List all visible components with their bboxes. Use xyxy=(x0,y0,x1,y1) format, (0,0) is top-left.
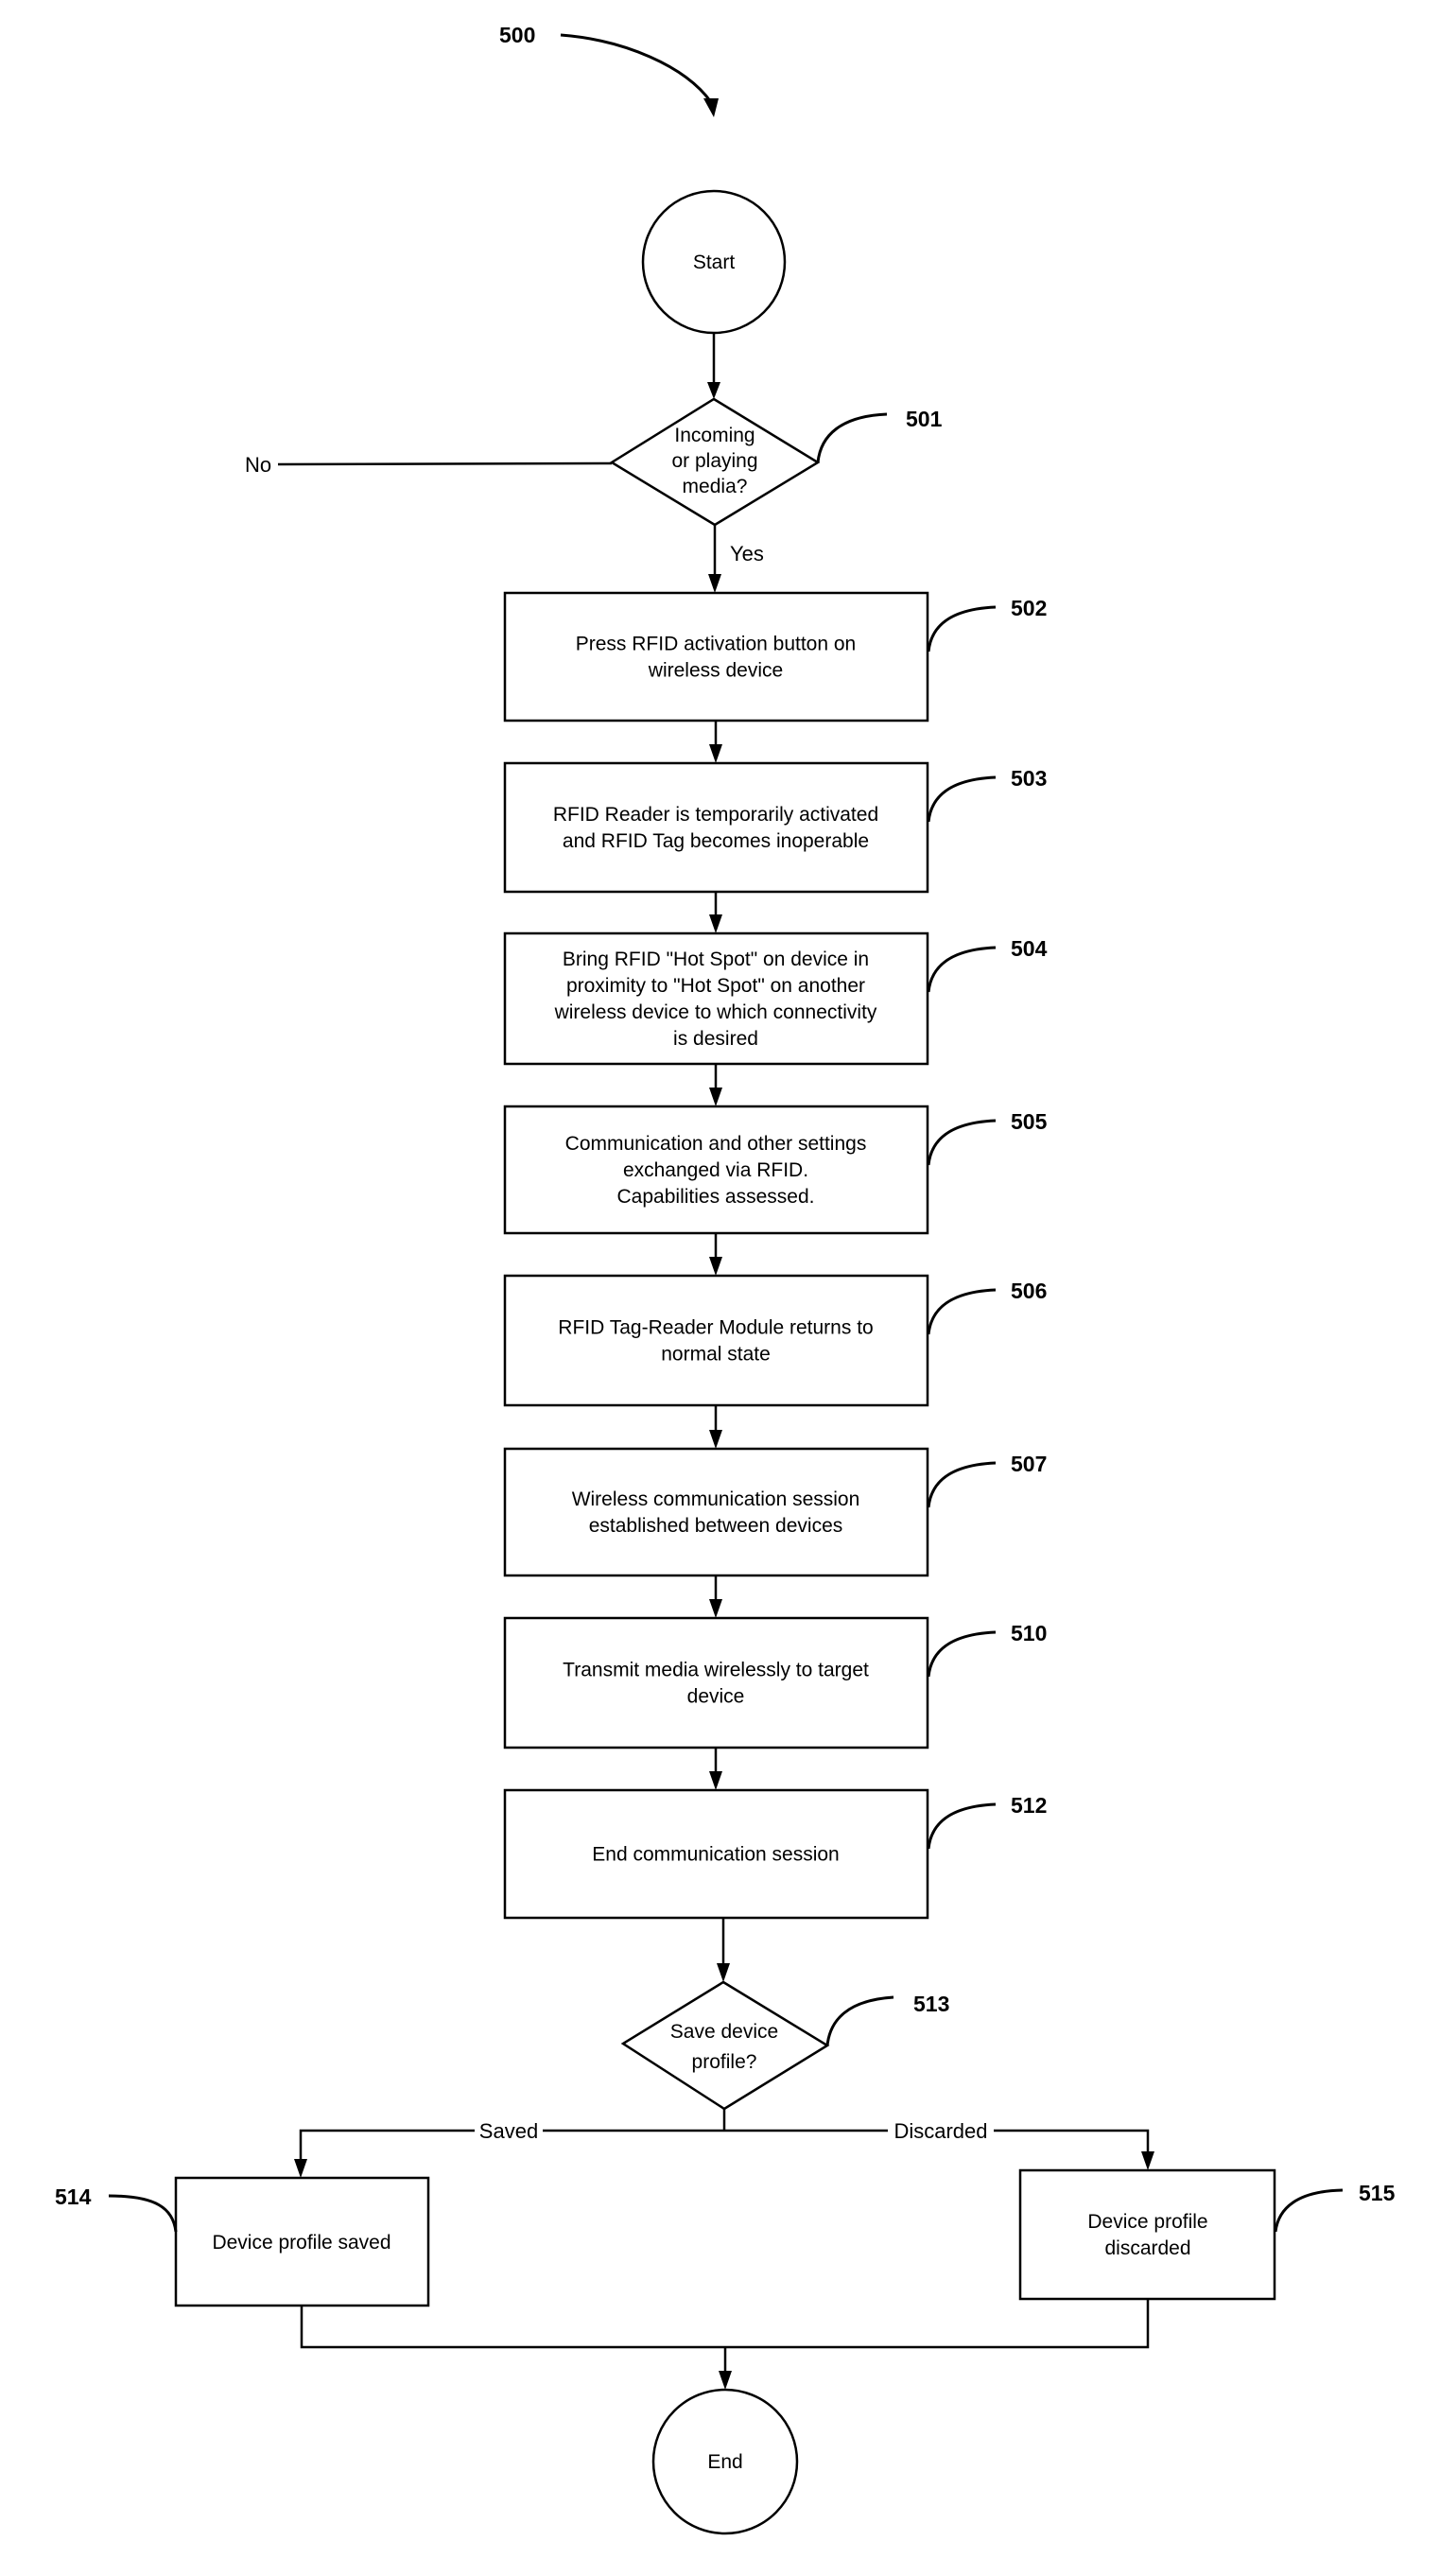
figure-reference-arrow xyxy=(560,33,713,103)
connector-saved-branch xyxy=(299,2129,475,2161)
decision-501: Incoming or playing media? 501 xyxy=(609,397,943,527)
process-step-line: proximity to "Hot Spot" on another xyxy=(566,975,865,997)
arrowhead-icon xyxy=(717,1963,730,1982)
arrowhead-icon xyxy=(719,2371,732,2390)
arrowhead-icon xyxy=(709,1088,722,1106)
process-step-box xyxy=(503,761,929,894)
process-step-505: Communication and other settings exchange… xyxy=(503,1105,1048,1235)
outcome-514-leader xyxy=(108,2194,178,2233)
process-steps: Press RFID activation button on wireless … xyxy=(503,591,1048,1920)
process-step-leader xyxy=(927,1802,997,1850)
process-step-510: Transmit media wirelessly to target devic… xyxy=(503,1616,1047,1749)
start-label: Start xyxy=(693,252,736,273)
process-step-line: Capabilities assessed. xyxy=(617,1186,815,1208)
flowchart-500: 500 Start Incoming or playing media? 501… xyxy=(55,23,1396,2535)
arrowhead-icon xyxy=(708,574,721,593)
discarded-branch-label: Discarded xyxy=(893,2119,987,2143)
process-step-ref: 506 xyxy=(1011,1279,1047,1303)
process-step-line: Bring RFID "Hot Spot" on device in xyxy=(563,949,869,970)
process-step-line: exchanged via RFID. xyxy=(623,1159,808,1181)
process-step-ref: 510 xyxy=(1011,1621,1047,1645)
decision-501-line: or playing xyxy=(671,450,757,472)
process-step-ref: 507 xyxy=(1011,1452,1047,1476)
decision-501-line: media? xyxy=(683,476,748,497)
arrowhead-icon xyxy=(709,914,722,933)
arrowhead-icon xyxy=(1141,2151,1154,2170)
decision-513-diamond xyxy=(620,1980,830,2111)
process-step-box xyxy=(503,1447,929,1577)
process-step-box xyxy=(503,1616,929,1749)
process-step-box xyxy=(503,591,929,722)
decision-513-line: profile? xyxy=(692,2051,757,2073)
process-step-ref: 503 xyxy=(1011,766,1047,791)
process-step-line: normal state xyxy=(661,1344,771,1366)
arrowhead-icon xyxy=(707,382,720,399)
process-step-506: RFID Tag-Reader Module returns to normal … xyxy=(503,1274,1047,1407)
process-step-512: End communication session 512 xyxy=(503,1788,1047,1920)
saved-branch-label: Saved xyxy=(479,2119,538,2143)
decision-513-line: Save device xyxy=(670,2021,778,2043)
process-step-line: device xyxy=(687,1686,745,1708)
end-label: End xyxy=(707,2451,742,2473)
process-step-leader xyxy=(927,1461,997,1508)
process-step-line: Communication and other settings xyxy=(565,1133,867,1155)
process-step-leader xyxy=(927,1119,997,1166)
process-step-leader xyxy=(927,1630,997,1678)
process-step-line: Wireless communication session xyxy=(572,1488,860,1510)
process-step-line: RFID Reader is temporarily activated xyxy=(553,804,878,826)
decision-513: Save device profile? 513 xyxy=(620,1980,949,2111)
process-step-line: Press RFID activation button on xyxy=(576,634,856,655)
process-step-line: wireless device to which connectivity xyxy=(554,1001,877,1023)
process-step-ref: 502 xyxy=(1011,596,1047,620)
end-terminal: End xyxy=(651,2388,799,2535)
process-step-line: wireless device xyxy=(648,660,783,682)
process-step-box xyxy=(503,1274,929,1407)
arrowhead-icon xyxy=(709,1599,722,1618)
yes-branch-label: Yes xyxy=(730,542,764,566)
outcome-514-ref: 514 xyxy=(55,2184,92,2209)
outcome-514: Device profile saved 514 xyxy=(55,2176,430,2307)
no-branch-label: No xyxy=(245,453,271,477)
outcome-515-leader xyxy=(1274,2188,1344,2233)
process-step-line: is desired xyxy=(673,1028,758,1050)
decision-501-line: Incoming xyxy=(674,425,755,446)
process-step-leader xyxy=(927,605,997,653)
outcome-515-line: discarded xyxy=(1104,2237,1190,2259)
process-step-line: RFID Tag-Reader Module returns to xyxy=(558,1317,873,1339)
outcome-515-line: Device profile xyxy=(1087,2211,1207,2233)
process-step-ref: 512 xyxy=(1011,1793,1047,1818)
decision-513-ref: 513 xyxy=(913,1992,949,2016)
arrowhead-icon xyxy=(709,1257,722,1276)
decision-513-leader xyxy=(825,1995,894,2046)
start-terminal: Start xyxy=(641,189,787,335)
figure-reference-label: 500 xyxy=(499,23,535,47)
process-step-leader xyxy=(927,946,997,993)
process-step-line: End communication session xyxy=(592,1844,839,1866)
outcome-514-line: Device profile saved xyxy=(212,2232,390,2254)
outcome-515-ref: 515 xyxy=(1359,2181,1396,2205)
process-step-line: established between devices xyxy=(589,1515,843,1537)
figure-reference-arrowhead-icon xyxy=(703,98,719,117)
process-step-502: Press RFID activation button on wireless … xyxy=(503,591,1047,722)
arrowhead-icon xyxy=(294,2159,307,2178)
process-step-507: Wireless communication session establishe… xyxy=(503,1447,1047,1577)
process-step-leader xyxy=(927,1288,997,1335)
process-step-504: Bring RFID "Hot Spot" on device in proxim… xyxy=(503,931,1048,1066)
arrowhead-icon xyxy=(709,1430,722,1449)
process-step-leader xyxy=(927,775,997,823)
arrowhead-icon xyxy=(709,744,722,763)
decision-501-leader xyxy=(816,412,888,463)
connector-discarded-branch xyxy=(994,2129,1150,2153)
outcome-515: Device profile discarded 515 xyxy=(1018,2168,1396,2301)
outcome-515-box xyxy=(1018,2168,1276,2301)
process-step-line: and RFID Tag becomes inoperable xyxy=(563,830,869,852)
process-step-ref: 504 xyxy=(1011,936,1048,961)
process-step-ref: 505 xyxy=(1011,1109,1048,1134)
decision-501-ref: 501 xyxy=(906,407,943,431)
process-step-line: Transmit media wirelessly to target xyxy=(563,1660,869,1681)
process-step-503: RFID Reader is temporarily activated and … xyxy=(503,761,1047,894)
arrowhead-icon xyxy=(709,1771,722,1790)
connector-no-branch xyxy=(277,461,613,466)
